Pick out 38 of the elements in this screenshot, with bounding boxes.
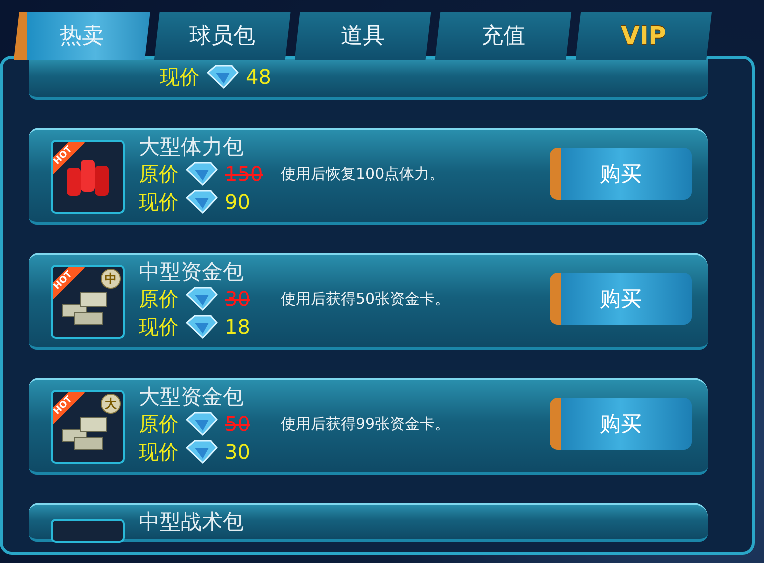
size-coin: 中 [101, 269, 121, 289]
item-description: 使用后获得50张资金卡。 [281, 290, 450, 308]
original-price: 30 [225, 287, 252, 311]
price-value: 18 [225, 315, 252, 339]
tab[interactable]: VIP [576, 12, 712, 60]
price-label: 原价 [139, 410, 179, 438]
price-value: 48 [246, 65, 272, 89]
price-label: 原价 [139, 160, 179, 188]
diamond-icon [185, 412, 219, 436]
tab[interactable]: 道具 [294, 12, 432, 60]
item-name: 大型资金包 [139, 384, 245, 410]
original-price: 50 [225, 412, 252, 436]
item-description: 使用后恢复100点体力。 [281, 164, 445, 184]
diamond-icon [185, 190, 219, 214]
tab[interactable]: 充值 [435, 12, 572, 60]
buy-button[interactable]: 购买 [550, 273, 692, 325]
diamond-icon [185, 315, 219, 339]
tab[interactable]: 球员包 [154, 12, 291, 60]
price-value: 90 [225, 190, 252, 214]
price-label: 现价 [139, 188, 179, 216]
diamond-icon [185, 440, 219, 464]
item-name: 中型资金包 [139, 259, 245, 285]
item-description: 使用后获得99张资金卡。 [281, 414, 450, 434]
diamond-icon [206, 65, 240, 89]
buy-button[interactable]: 购买 [550, 398, 692, 450]
diamond-icon [185, 287, 219, 311]
price-label: 现价 [160, 64, 200, 90]
tab[interactable]: 热卖 [14, 12, 150, 60]
buy-button[interactable]: 购买 [550, 148, 692, 200]
item-name: 中型战术包 [139, 509, 244, 535]
price-label: 现价 [139, 438, 179, 466]
price-value: 30 [225, 440, 252, 464]
price-label: 现价 [139, 314, 179, 340]
price-label: 原价 [139, 286, 179, 312]
item-name: 大型体力包 [139, 134, 245, 160]
original-price: 150 [225, 162, 264, 186]
size-coin: 大 [101, 394, 121, 414]
diamond-icon [185, 162, 219, 186]
